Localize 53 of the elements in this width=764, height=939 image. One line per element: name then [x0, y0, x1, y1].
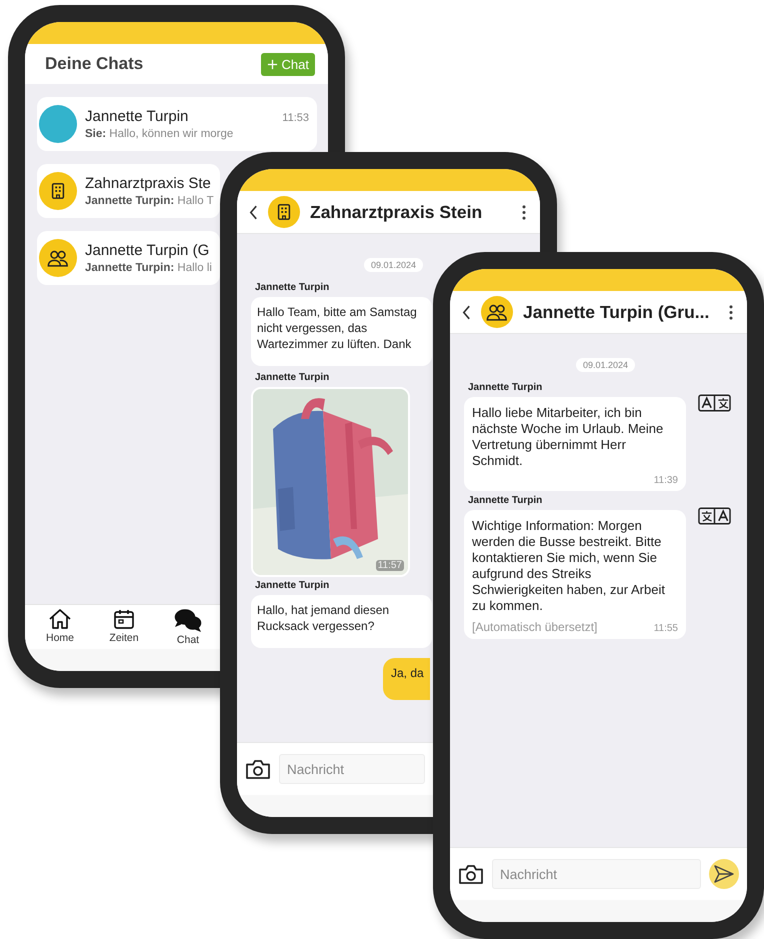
chat-bubbles-icon — [174, 608, 202, 632]
chat-list-item[interactable]: Jannette Turpin (G Jannette Turpin: Hallo li — [37, 231, 220, 285]
message-time: 11:55 — [654, 623, 678, 634]
message-bubble: Hallo, hat jemand diesen Rucksack vergessen? — [251, 595, 432, 648]
chat-title: Jannette Turpin (Gru... — [523, 302, 710, 322]
sender-name: Jannette Turpin — [255, 372, 330, 383]
message-text: Wichtige Information: Morgen werden die Busse bestreikt. Bitte kontaktieren Sie mich, wenn Sie aufgrund des Streiks Schwierigkeiten haben, zur Arbeit zu kommen. — [472, 518, 666, 614]
sender-name: Jannette Turpin — [468, 495, 544, 506]
sender-name: Jannette Turpin — [255, 580, 330, 591]
chat-time: 11:53 — [282, 112, 309, 124]
chat-list-item[interactable]: Jannette Turpin 11:53 Sie: Hallo, können wir morge — [37, 97, 317, 151]
nav-tab[interactable]: Zeiten — [99, 605, 149, 649]
more-icon[interactable] — [522, 204, 526, 220]
translation-note: [Automatisch übersetzt] — [472, 620, 598, 634]
back-icon[interactable] — [462, 304, 471, 320]
camera-icon[interactable] — [458, 863, 484, 885]
back-icon[interactable] — [249, 204, 258, 220]
calendar-icon — [113, 608, 135, 630]
plus-icon — [266, 58, 278, 70]
chat-list-item[interactable]: Zahnarztpraxis Ste Jannette Turpin: Hallo T — [37, 164, 220, 218]
nav-tab[interactable]: Home — [35, 605, 85, 649]
message-bubble: Hallo Team, bitte am Samstag nicht vergessen, das Wartezimmer zu lüften. Dank — [251, 297, 432, 366]
chat-preview: Jannette Turpin: Hallo T — [85, 195, 214, 207]
nav-tab[interactable]: Chat — [163, 605, 213, 649]
chat-preview: Jannette Turpin: Hallo li — [85, 262, 212, 274]
chat-title: Zahnarztpraxis Stein — [310, 202, 484, 222]
more-icon[interactable] — [729, 304, 733, 320]
message-field[interactable]: Nachricht — [279, 754, 425, 784]
send-icon — [714, 865, 734, 883]
screen-title: Deine Chats — [45, 54, 144, 74]
avatar — [39, 105, 77, 143]
date-chip: 09.01.2024 — [364, 258, 424, 272]
chat-name: Jannette Turpin (G — [85, 242, 210, 259]
home-icon — [48, 608, 72, 630]
building-icon — [275, 203, 293, 221]
group-icon — [486, 302, 508, 322]
sender-name: Jannette Turpin — [255, 282, 330, 293]
chat-preview: Sie: Hallo, können wir morge — [85, 128, 234, 140]
building-icon — [49, 182, 67, 200]
camera-icon[interactable] — [245, 758, 271, 780]
send-button[interactable] — [709, 859, 739, 889]
group-icon — [47, 248, 69, 268]
message-time: 11:39 — [654, 475, 678, 486]
chat-name: Zahnarztpraxis Ste — [85, 175, 211, 192]
date-chip: 09.01.2024 — [576, 358, 636, 372]
chat-name: Jannette Turpin — [85, 108, 188, 125]
translate-icon[interactable] — [698, 394, 731, 412]
sender-name: Jannette Turpin — [468, 382, 544, 393]
own-message-bubble: Ja, da — [383, 658, 430, 700]
message-time: 11:57 — [376, 560, 404, 571]
translate-icon[interactable] — [698, 507, 731, 525]
message-field[interactable]: Nachricht — [492, 859, 701, 889]
message-text: Hallo liebe Mitarbeiter, ich bin nächste Woche im Urlaub. Meine Vertretung übernimmt Herr Schmidt. — [472, 405, 664, 469]
